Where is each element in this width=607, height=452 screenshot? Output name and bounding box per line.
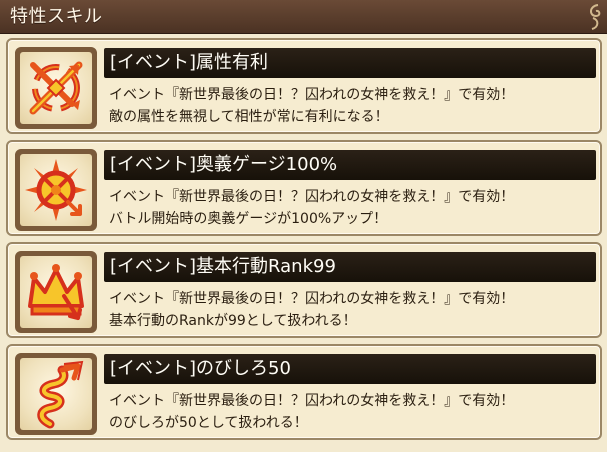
skill-description: イベント『新世界最後の日！？囚われの女神を救え！』で有効！ 基本行動のRankが… xyxy=(109,288,595,332)
skill-description-line: バトル開始時の奥義ゲージが100%アップ！ xyxy=(109,211,388,227)
skill-description: イベント『新世界最後の日！？囚われの女神を救え！』で有効！ のびしろが50として… xyxy=(109,390,595,434)
spiked-sun-arrow-icon xyxy=(25,159,87,221)
skill-card-nobishiro[interactable]: [イベント]のびしろ50 イベント『新世界最後の日！？囚われの女神を救え！』で有… xyxy=(6,344,602,440)
spiral-arrow-icon xyxy=(37,360,84,429)
skill-title: [イベント]基本行動Rank99 xyxy=(110,256,336,277)
skill-description-line: 基本行動のRankが99として扱われる！ xyxy=(109,313,357,329)
skill-title-bar: [イベント]基本行動Rank99 xyxy=(104,252,596,282)
skill-title: [イベント]のびしろ50 xyxy=(110,358,291,379)
skill-description-line: イベント『新世界最後の日！？囚われの女神を救え！』で有効！ xyxy=(109,87,515,103)
skill-description-line: イベント『新世界最後の日！？囚われの女神を救え！』で有効！ xyxy=(109,189,515,205)
skill-icon-frame xyxy=(15,251,97,333)
skill-card-attribute-advantage[interactable]: [イベント]属性有利 イベント『新世界最後の日！？囚われの女神を救え！』で有効！… xyxy=(6,38,602,134)
skill-description-line: のびしろが50として扱われる！ xyxy=(109,415,308,431)
section-header: 特性スキル xyxy=(0,0,607,34)
skill-icon-frame xyxy=(15,47,97,129)
skill-title-bar: [イベント]属性有利 xyxy=(104,48,596,78)
skill-description: イベント『新世界最後の日！？囚われの女神を救え！』で有効！ バトル開始時の奥義ゲ… xyxy=(109,186,595,230)
skill-title-bar: [イベント]のびしろ50 xyxy=(104,354,596,384)
skill-description-line: イベント『新世界最後の日！？囚われの女神を救え！』で有効！ xyxy=(109,393,515,409)
crown-arrow-icon xyxy=(28,264,84,320)
skill-title-bar: [イベント]奥義ゲージ100% xyxy=(104,150,596,180)
broken-compass-icon xyxy=(29,61,83,115)
skill-icon-frame xyxy=(15,353,97,435)
scroll-ornament-icon xyxy=(590,4,601,30)
skill-card-ougi-gauge[interactable]: [イベント]奥義ゲージ100% イベント『新世界最後の日！？囚われの女神を救え！… xyxy=(6,140,602,236)
skill-description-line: 敵の属性を無視して相性が常に有利になる！ xyxy=(109,109,389,125)
skill-description-line: イベント『新世界最後の日！？囚われの女神を救え！』で有効！ xyxy=(109,291,515,307)
skill-icon-frame xyxy=(15,149,97,231)
skill-title: [イベント]属性有利 xyxy=(110,52,269,73)
skill-title: [イベント]奥義ゲージ100% xyxy=(110,154,338,175)
skill-card-basic-action-rank[interactable]: [イベント]基本行動Rank99 イベント『新世界最後の日！？囚われの女神を救え… xyxy=(6,242,602,338)
skill-description: イベント『新世界最後の日！？囚われの女神を救え！』で有効！ 敵の属性を無視して相… xyxy=(109,84,595,128)
section-title: 特性スキル xyxy=(10,6,103,27)
